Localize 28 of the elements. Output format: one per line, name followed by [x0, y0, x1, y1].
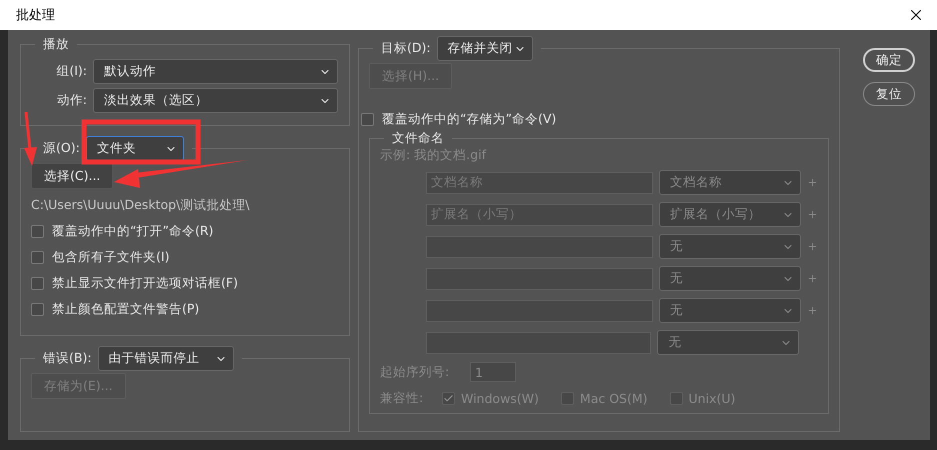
checkbox-label: 禁止显示文件打开选项对话框(F)	[52, 275, 238, 292]
checkbox-label: 禁止颜色配置文件警告(P)	[52, 301, 200, 318]
field-label: 动作:	[56, 92, 87, 109]
checkbox-label: 覆盖动作中的“存储为”命令(V)	[382, 111, 556, 128]
dialog-button[interactable]: 复位	[863, 82, 915, 106]
group-title: 播放	[43, 36, 69, 53]
checkbox[interactable]	[31, 303, 44, 316]
checkbox-label: 包含所有子文件夹(I)	[52, 249, 170, 266]
checkbox[interactable]	[31, 225, 44, 238]
group-title: 文件命名	[392, 130, 444, 147]
checkbox[interactable]	[361, 113, 374, 126]
dialog-button[interactable]: 确定	[863, 48, 915, 72]
checkbox[interactable]	[31, 251, 44, 264]
field-label: 目标(D):	[381, 40, 431, 57]
field-label: 组(I):	[55, 63, 87, 80]
folder-path: C:\Users\Uuuu\Desktop\测试批处理\	[31, 197, 250, 214]
dropdown[interactable]: 淡出效果（选区）	[93, 88, 338, 113]
dropdown[interactable]: 由于错误而停止	[98, 346, 234, 371]
dropdown[interactable]: 默认动作	[93, 59, 338, 84]
checkbox[interactable]	[31, 277, 44, 290]
dropdown[interactable]: 存储并关闭	[436, 36, 533, 61]
field-label: 错误(B):	[43, 350, 92, 367]
choose-button[interactable]: 选择(C)...	[31, 163, 114, 189]
checkbox-label: 覆盖动作中的“打开”命令(R)	[52, 223, 214, 240]
annotation-arrow	[24, 112, 37, 166]
window-title: 批处理	[16, 7, 55, 24]
field-label: 源(O):	[43, 140, 80, 157]
dropdown[interactable]: 文件夹	[86, 136, 184, 161]
